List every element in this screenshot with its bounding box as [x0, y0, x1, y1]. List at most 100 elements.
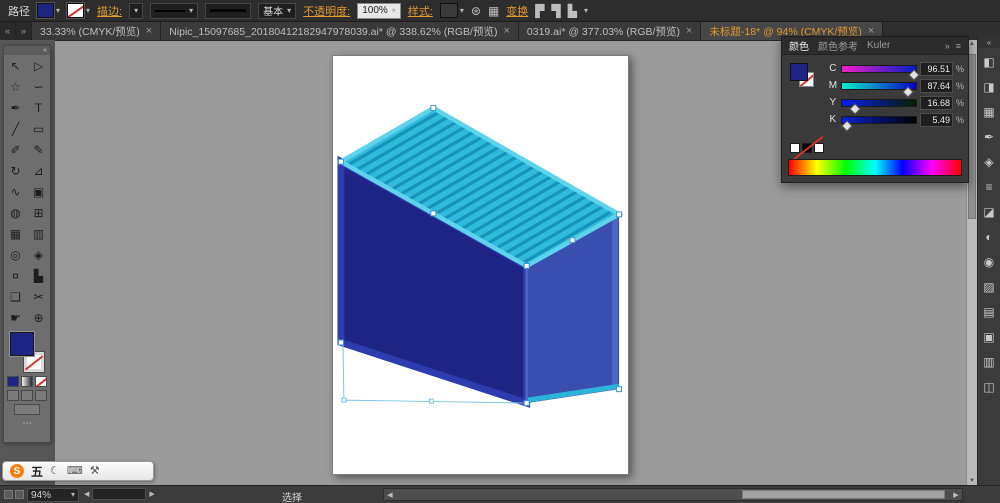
width-tool[interactable]: ∿: [4, 181, 27, 202]
document-tab[interactable]: Nipic_15097685_20180412182947978039.ai* …: [161, 22, 519, 40]
fill-color-box[interactable]: [10, 332, 34, 356]
fill-color-swatch[interactable]: [37, 3, 54, 18]
swatches-panel-icon[interactable]: ▦: [983, 106, 994, 118]
selection-handle[interactable]: [616, 211, 623, 218]
type-tool[interactable]: T: [27, 97, 50, 118]
tab-scroll-right-icon[interactable]: »: [16, 22, 32, 40]
gradient-panel-icon[interactable]: ◪: [983, 206, 994, 218]
eyedropper-tool[interactable]: ◎: [4, 244, 27, 265]
graphic-styles-panel-icon[interactable]: ▨: [983, 281, 994, 293]
transform-link[interactable]: 变换: [506, 3, 528, 19]
status-mini-icon[interactable]: [4, 490, 13, 499]
mesh-tool[interactable]: ▦: [4, 223, 27, 244]
next-artboard-icon[interactable]: ▶: [149, 490, 154, 498]
panel-menu-icon[interactable]: ≡: [956, 41, 961, 51]
align-center-icon[interactable]: ▜: [552, 5, 561, 17]
toolbar-grip[interactable]: «: [4, 46, 50, 55]
blend-tool[interactable]: ◈: [27, 244, 50, 265]
artboards-panel-icon[interactable]: ▣: [983, 331, 994, 343]
selection-handle[interactable]: [337, 158, 344, 165]
pen-tool[interactable]: ✒: [4, 97, 27, 118]
document-tab[interactable]: 0319.ai* @ 377.03% (RGB/预览) ×: [518, 22, 702, 40]
expand-panel-icon[interactable]: »: [945, 41, 950, 51]
tab-kuler[interactable]: Kuler: [867, 40, 890, 51]
color-slider-track[interactable]: [840, 115, 917, 132]
color-spectrum-bar[interactable]: [788, 159, 962, 176]
appearance-panel-icon[interactable]: ◉: [984, 256, 994, 268]
free-transform-tool[interactable]: ▣: [27, 181, 50, 202]
caret-down-icon[interactable]: ▾: [584, 6, 588, 15]
style-swatch[interactable]: [439, 3, 458, 18]
gradient-button[interactable]: [21, 376, 33, 387]
caret-down-icon[interactable]: ▾: [56, 6, 60, 15]
tab-close-icon[interactable]: ×: [146, 25, 152, 37]
pathfinder-panel-icon[interactable]: ◫: [983, 381, 994, 393]
opacity-dropdown[interactable]: 100% ▾: [357, 2, 401, 19]
rectangle-tool[interactable]: ▭: [27, 118, 50, 139]
stroke-panel-icon[interactable]: ≡: [985, 181, 992, 193]
style-link[interactable]: 样式:: [408, 3, 433, 19]
draw-inside-button[interactable]: [35, 390, 47, 401]
caret-down-icon[interactable]: ▾: [86, 6, 90, 15]
ime-mode-label[interactable]: 五: [31, 463, 43, 480]
channel-value[interactable]: 16.68: [919, 95, 953, 110]
path-anchor[interactable]: [341, 397, 347, 403]
document-tab[interactable]: 33.33% (CMYK/预览) ×: [32, 22, 162, 40]
tab-close-icon[interactable]: ×: [686, 25, 692, 37]
caret-down-icon[interactable]: ▾: [460, 6, 464, 15]
keyboard-icon[interactable]: ⌨: [67, 465, 83, 477]
layers-panel-icon[interactable]: ▤: [983, 306, 994, 318]
channel-value[interactable]: 87.64: [919, 78, 953, 93]
hand-tool[interactable]: ☛: [4, 307, 27, 328]
artboard-tool[interactable]: ❏: [4, 286, 27, 307]
prev-artboard-icon[interactable]: ◀: [84, 490, 89, 498]
color-slider-track[interactable]: [840, 81, 917, 98]
white-swatch[interactable]: [814, 143, 824, 153]
symbol-sprayer-tool[interactable]: ¤: [4, 265, 27, 286]
tab-close-icon[interactable]: ×: [868, 25, 874, 37]
gradient-tool[interactable]: ▥: [27, 223, 50, 244]
screen-mode-button[interactable]: [14, 404, 40, 415]
tab-close-icon[interactable]: ×: [503, 25, 509, 37]
selection-handle[interactable]: [616, 386, 623, 393]
align-left-icon[interactable]: ▛: [535, 5, 544, 17]
fill-stroke-control[interactable]: [9, 331, 45, 373]
align-right-icon[interactable]: ▙: [568, 5, 577, 17]
tab-color[interactable]: 颜色: [789, 38, 809, 53]
color-slider-thumb[interactable]: [841, 119, 853, 132]
selection-handle[interactable]: [569, 237, 576, 244]
selection-handle[interactable]: [337, 339, 344, 346]
brush-preview-dropdown[interactable]: [205, 2, 252, 19]
stroke-link[interactable]: 描边:: [97, 3, 122, 19]
direct-selection-tool[interactable]: ▷: [27, 55, 50, 76]
scroll-left-icon[interactable]: ◀: [384, 489, 396, 500]
opacity-link[interactable]: 不透明度:: [303, 3, 350, 19]
status-mini-icon[interactable]: [15, 490, 24, 499]
tab-color-guide[interactable]: 颜色参考: [818, 38, 858, 53]
zoom-level-dropdown[interactable]: 94% ▾: [27, 488, 79, 502]
brushes-panel-icon[interactable]: ✒: [984, 131, 994, 143]
ime-toolbar[interactable]: S 五 ☾ ⌨ ⚒: [2, 461, 154, 481]
horizontal-scrollbar[interactable]: ◀ ▶: [383, 488, 963, 501]
artboard-number-field[interactable]: [92, 488, 147, 500]
moon-icon[interactable]: ☾: [50, 465, 60, 477]
color-slider-track[interactable]: [840, 64, 920, 81]
color-button[interactable]: [7, 376, 19, 387]
fill-stroke-indicator[interactable]: [790, 63, 822, 95]
vertical-scroll-thumb[interactable]: [968, 54, 976, 219]
draw-behind-button[interactable]: [21, 390, 33, 401]
ime-logo[interactable]: S: [10, 464, 24, 478]
perspective-grid-tool[interactable]: ⊞: [27, 202, 50, 223]
rotate-tool[interactable]: ↻: [4, 160, 27, 181]
pencil-tool[interactable]: ✎: [27, 139, 50, 160]
magic-wand-tool[interactable]: ☆: [4, 76, 27, 97]
color-slider-track[interactable]: [840, 98, 917, 115]
selection-handle[interactable]: [523, 263, 530, 269]
stroke-weight-dropdown[interactable]: ▾: [129, 2, 144, 19]
toolbar-footer-dots[interactable]: ⋯: [4, 418, 50, 429]
scale-tool[interactable]: ⊿: [27, 160, 50, 181]
brush-definition-dropdown[interactable]: 基本 ▾: [258, 2, 297, 19]
transparency-panel-icon[interactable]: ◐: [985, 231, 992, 243]
symbols-panel-icon[interactable]: ◈: [984, 156, 993, 168]
shape-builder-tool[interactable]: ◍: [4, 202, 27, 223]
